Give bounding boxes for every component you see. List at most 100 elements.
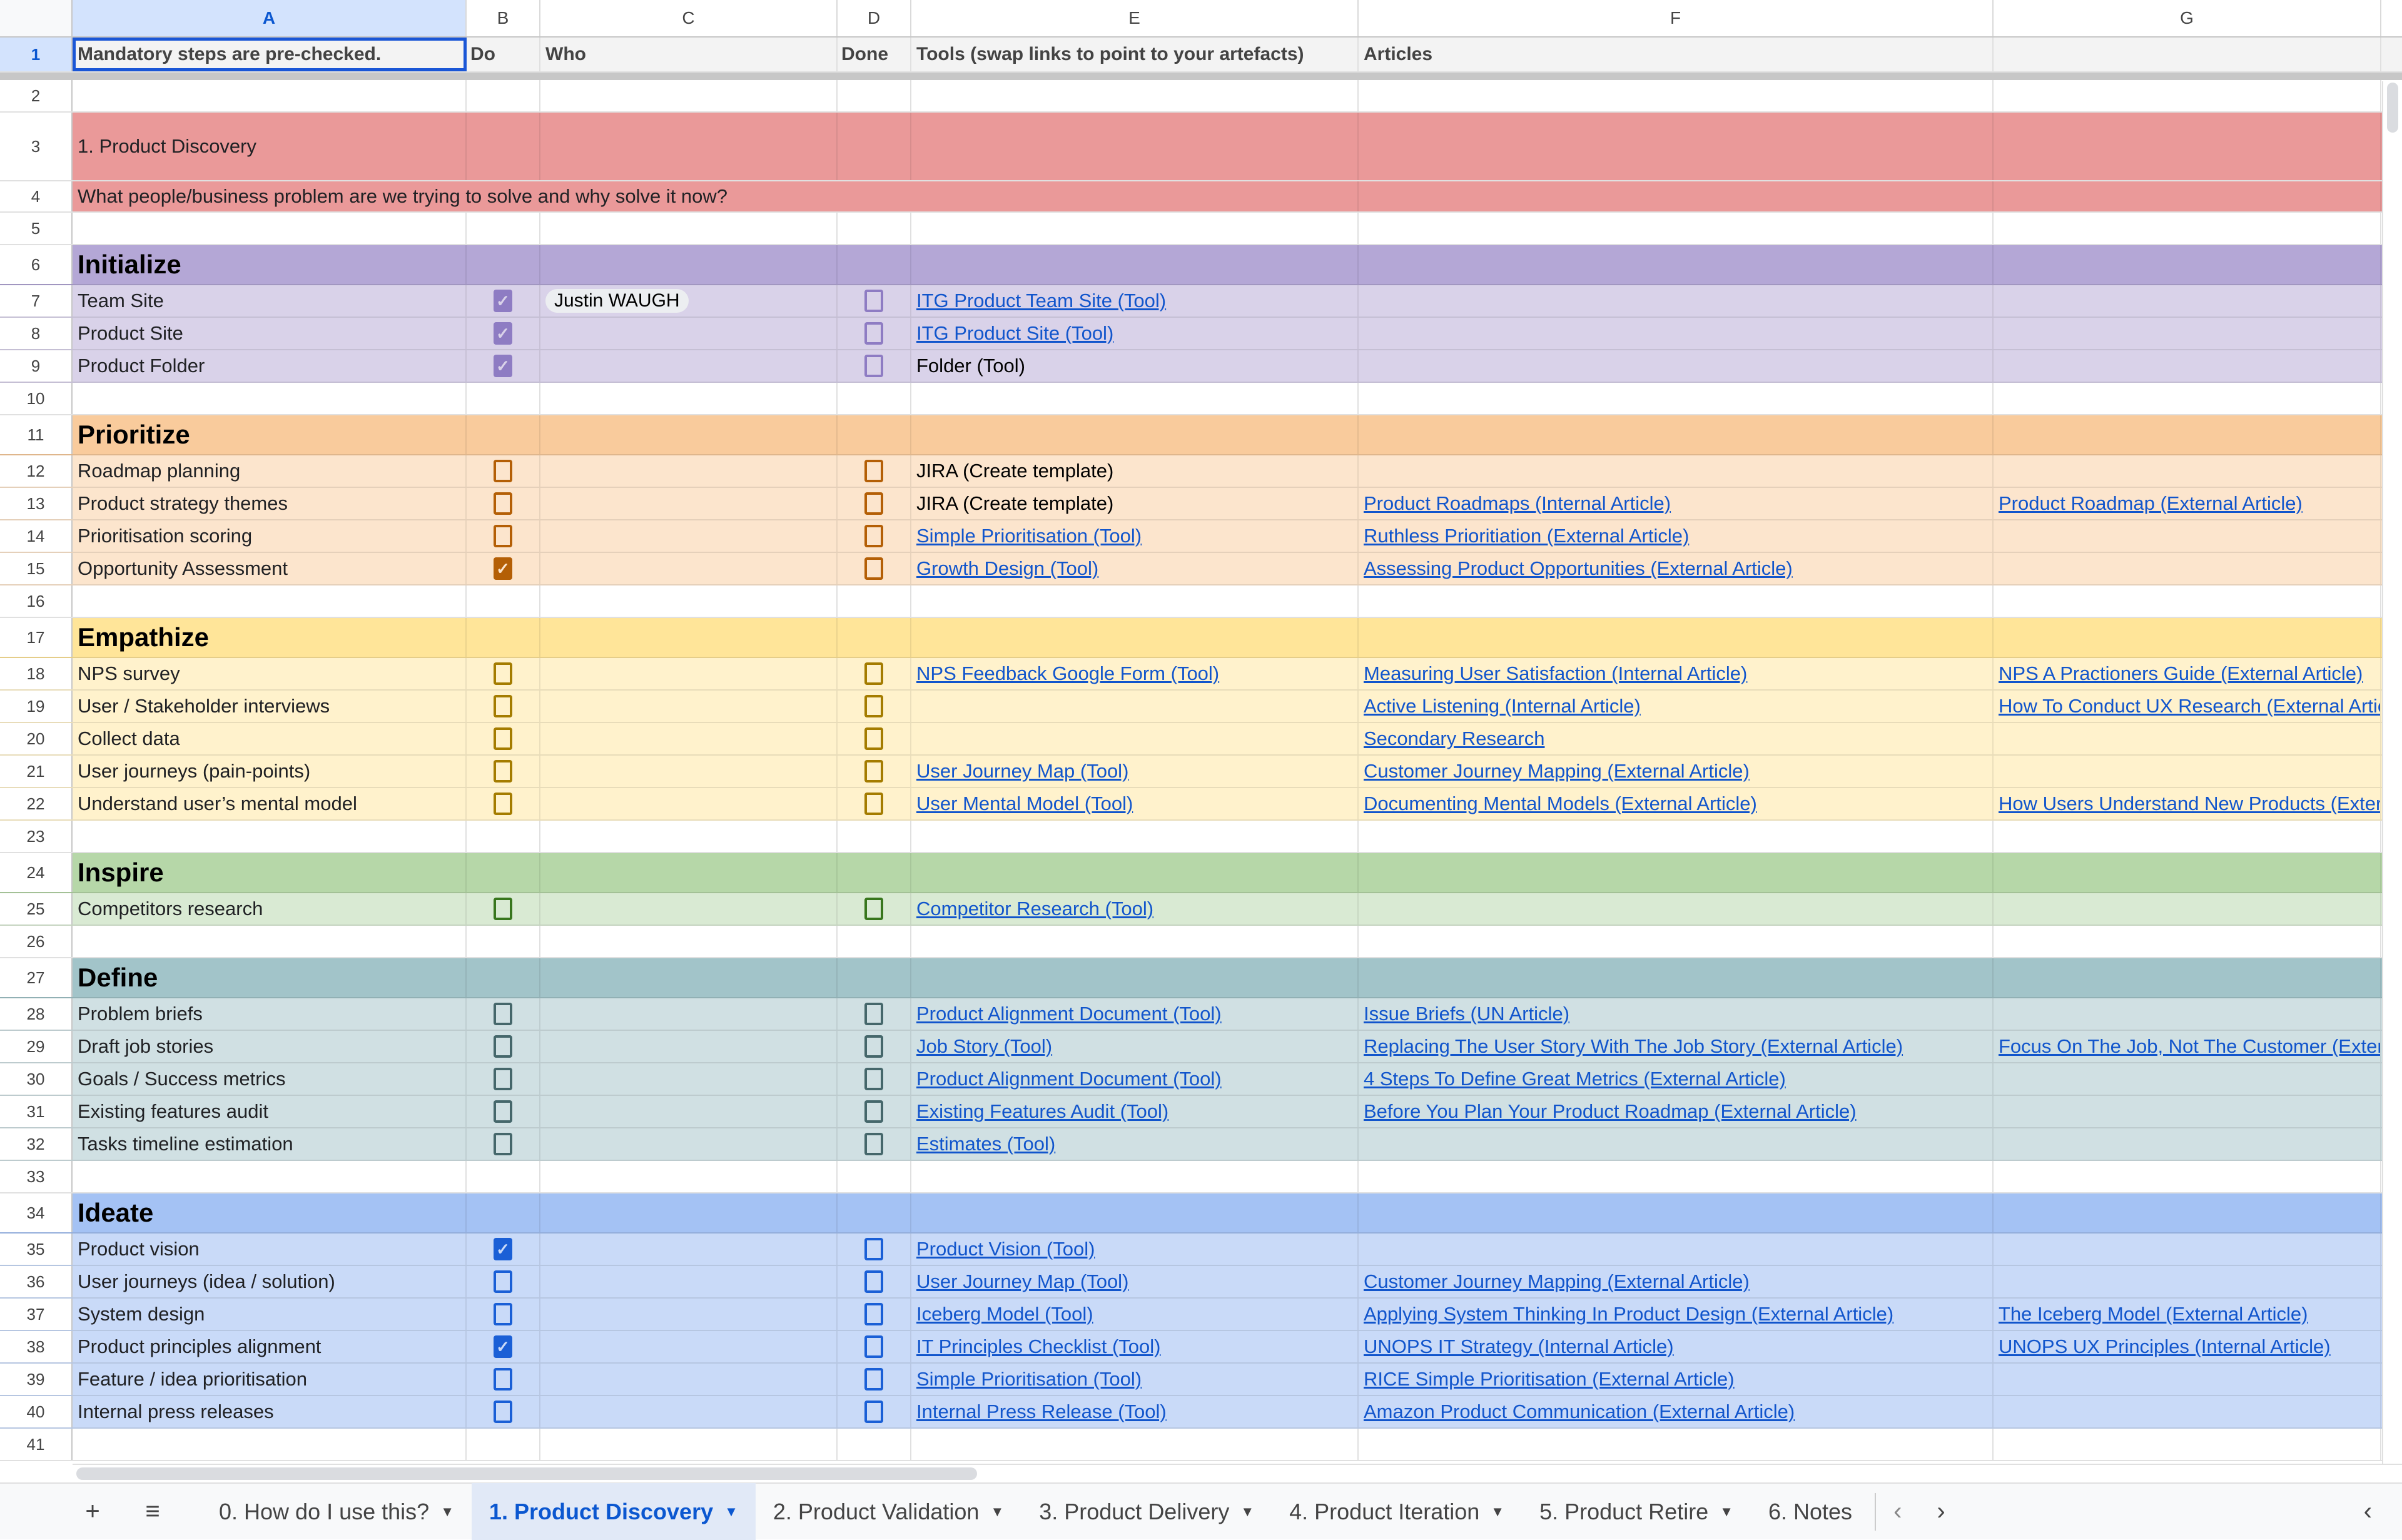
done-cell[interactable] — [838, 1266, 911, 1297]
article-link[interactable]: Product Roadmap (External Article) — [1999, 492, 2303, 515]
step-label[interactable]: Product Folder — [73, 350, 467, 382]
who-cell[interactable] — [540, 1299, 838, 1330]
tab-menu-caret-icon[interactable]: ▼ — [440, 1504, 454, 1520]
tool-link[interactable]: Product Alignment Document (Tool) — [916, 1003, 1222, 1025]
cell[interactable] — [467, 415, 540, 454]
cell[interactable] — [911, 1161, 1359, 1192]
row-number[interactable]: 5 — [0, 213, 73, 244]
tool-link[interactable]: Product Vision (Tool) — [916, 1238, 1095, 1260]
done-cell[interactable] — [838, 1063, 911, 1095]
article-cell[interactable] — [1994, 553, 2381, 584]
tool-link[interactable]: Internal Press Release (Tool) — [916, 1401, 1167, 1423]
row-number[interactable]: 25 — [0, 893, 73, 925]
cell[interactable] — [911, 821, 1359, 852]
done-cell[interactable] — [838, 1331, 911, 1362]
sheet-tab[interactable]: 2. Product Validation ▼ — [756, 1483, 1021, 1540]
do-cell[interactable] — [467, 455, 540, 487]
article-cell[interactable] — [1359, 285, 1994, 317]
article-link[interactable]: Customer Journey Mapping (External Artic… — [1364, 1270, 1750, 1293]
column-header-a[interactable]: A — [73, 0, 467, 36]
do-checkbox[interactable] — [494, 1003, 512, 1025]
cell[interactable] — [838, 958, 911, 997]
who-cell[interactable] — [540, 1096, 838, 1127]
done-checkbox[interactable] — [864, 1133, 883, 1155]
do-checkbox[interactable] — [494, 662, 512, 685]
article-cell[interactable] — [1994, 350, 2381, 382]
done-cell[interactable] — [838, 658, 911, 689]
tool-link[interactable]: NPS Feedback Google Form (Tool) — [916, 662, 1219, 685]
section-title[interactable]: Empathize — [73, 618, 467, 657]
tool-cell[interactable]: Growth Design (Tool) — [911, 553, 1359, 584]
article-cell[interactable] — [1359, 318, 1994, 349]
done-checkbox[interactable] — [864, 460, 883, 482]
article-cell[interactable]: Measuring User Satisfaction (Internal Ar… — [1359, 658, 1994, 689]
do-checkbox-checked[interactable]: ✓ — [494, 355, 512, 377]
step-label[interactable]: Feature / idea prioritisation — [73, 1364, 467, 1395]
do-checkbox-checked[interactable]: ✓ — [494, 1335, 512, 1358]
sheet-tab[interactable]: 4. Product Iteration ▼ — [1272, 1483, 1522, 1540]
tool-cell[interactable]: Product Alignment Document (Tool) — [911, 1063, 1359, 1095]
done-cell[interactable] — [838, 350, 911, 382]
step-label[interactable]: Goals / Success metrics — [73, 1063, 467, 1095]
article-cell[interactable]: How Users Understand New Products (Exter… — [1994, 788, 2381, 819]
section-title[interactable]: Prioritize — [73, 415, 467, 454]
do-cell[interactable] — [467, 691, 540, 722]
done-cell[interactable] — [838, 1234, 911, 1265]
done-checkbox[interactable] — [864, 898, 883, 920]
done-cell[interactable] — [838, 893, 911, 925]
article-cell[interactable]: Documenting Mental Models (External Arti… — [1359, 788, 1994, 819]
tool-link[interactable]: ITG Product Site (Tool) — [916, 322, 1113, 345]
do-cell[interactable] — [467, 1096, 540, 1127]
cell[interactable] — [1359, 80, 1994, 111]
cell[interactable] — [467, 1161, 540, 1192]
tool-cell[interactable]: JIRA (Create template) — [911, 488, 1359, 519]
who-cell[interactable] — [540, 1031, 838, 1062]
cell[interactable] — [1994, 80, 2381, 111]
do-checkbox[interactable] — [494, 460, 512, 482]
do-checkbox[interactable] — [494, 727, 512, 750]
do-cell[interactable] — [467, 788, 540, 819]
done-cell[interactable] — [838, 1299, 911, 1330]
cell[interactable] — [1994, 213, 2381, 244]
cell[interactable] — [1359, 245, 1994, 284]
done-checkbox[interactable] — [864, 492, 883, 515]
do-cell[interactable] — [467, 1128, 540, 1160]
cell[interactable] — [911, 1193, 1359, 1232]
cell[interactable] — [540, 80, 838, 111]
row-number[interactable]: 41 — [0, 1429, 73, 1460]
do-cell[interactable]: ✓ — [467, 1331, 540, 1362]
article-link[interactable]: Documenting Mental Models (External Arti… — [1364, 793, 1757, 815]
tool-cell[interactable]: Competitor Research (Tool) — [911, 893, 1359, 925]
tool-link[interactable]: User Mental Model (Tool) — [916, 793, 1133, 815]
cell[interactable] — [1994, 1193, 2381, 1232]
row-number[interactable]: 2 — [0, 80, 73, 111]
do-cell[interactable]: ✓ — [467, 553, 540, 584]
do-checkbox-checked[interactable]: ✓ — [494, 557, 512, 580]
tab-menu-caret-icon[interactable]: ▼ — [990, 1504, 1004, 1520]
cell[interactable] — [73, 585, 467, 617]
header-who[interactable]: Who — [540, 38, 838, 71]
column-header-e[interactable]: E — [911, 0, 1359, 36]
article-cell[interactable]: Active Listening (Internal Article) — [1359, 691, 1994, 722]
frozen-row-divider[interactable] — [0, 73, 2402, 80]
tool-cell[interactable]: Existing Features Audit (Tool) — [911, 1096, 1359, 1127]
vertical-scrollbar-thumb[interactable] — [2387, 83, 2398, 133]
who-cell[interactable] — [540, 998, 838, 1030]
article-link[interactable]: Replacing The User Story With The Job St… — [1364, 1035, 1903, 1058]
done-cell[interactable] — [838, 756, 911, 787]
article-link[interactable]: UNOPS IT Strategy (Internal Article) — [1364, 1335, 1674, 1358]
done-checkbox[interactable] — [864, 727, 883, 750]
tool-cell[interactable]: JIRA (Create template) — [911, 455, 1359, 487]
cell[interactable] — [1359, 113, 1994, 180]
who-cell[interactable] — [540, 756, 838, 787]
row-number[interactable]: 15 — [0, 553, 73, 584]
article-cell[interactable] — [1994, 723, 2381, 754]
cell[interactable] — [1359, 926, 1994, 957]
do-cell[interactable]: ✓ — [467, 318, 540, 349]
cell[interactable] — [1994, 383, 2381, 414]
article-cell[interactable]: How To Conduct UX Research (External Art… — [1994, 691, 2381, 722]
person-chip[interactable]: Justin WAUGH — [545, 289, 689, 313]
tool-cell[interactable]: ITG Product Site (Tool) — [911, 318, 1359, 349]
step-label[interactable]: NPS survey — [73, 658, 467, 689]
sheet-tab-active[interactable]: 1. Product Discovery ▼ — [471, 1483, 756, 1540]
